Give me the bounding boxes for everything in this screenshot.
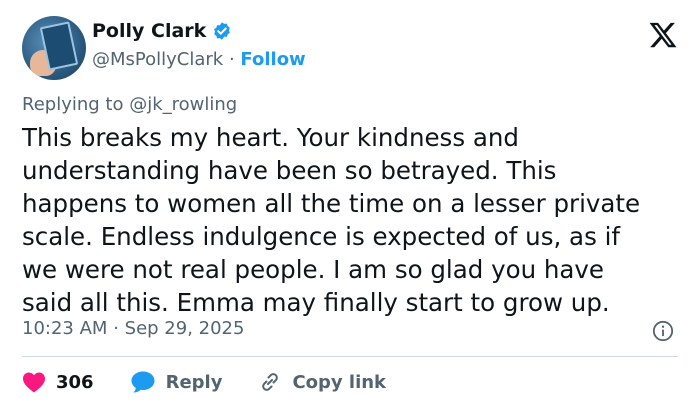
divider xyxy=(22,356,678,357)
like-button[interactable]: 306 xyxy=(22,371,94,393)
copy-link-button[interactable]: Copy link xyxy=(258,370,386,394)
tweet-body-line: we were not real people. I am so glad yo… xyxy=(22,255,605,284)
reply-bubble-icon xyxy=(131,371,155,393)
link-icon xyxy=(262,373,279,391)
replying-to: Replying to @jk_rowling xyxy=(22,94,237,115)
tweet-body-line: scale. Endless indulgence is expected of… xyxy=(22,222,621,251)
tweet-body-line: said all this. Emma may finally start to… xyxy=(22,288,610,317)
timestamp[interactable]: 10:23 AM · Sep 29, 2025 xyxy=(22,318,244,339)
x-logo-icon[interactable] xyxy=(648,20,678,50)
avatar[interactable] xyxy=(22,16,86,80)
tweet-body-line: understanding have been so betrayed. Thi… xyxy=(22,156,557,185)
replying-to-handle[interactable]: @jk_rowling xyxy=(129,94,237,115)
author-name[interactable]: Polly Clark xyxy=(92,20,206,42)
tweet-time: 10:23 AM xyxy=(22,318,108,339)
replying-to-label: Replying to xyxy=(22,94,124,115)
author-name-row: Polly Clark xyxy=(92,20,232,42)
separator-dot: · xyxy=(228,49,235,70)
separator-dot: · xyxy=(113,318,119,339)
reply-button[interactable]: Reply xyxy=(130,370,223,394)
tweet-body-line: This breaks my heart. Your kindness and xyxy=(22,123,519,152)
author-handle[interactable]: @MsPollyClark xyxy=(92,49,223,70)
info-icon[interactable] xyxy=(652,320,674,342)
verified-badge-icon xyxy=(214,22,231,40)
reply-label: Reply xyxy=(165,371,223,393)
handle-row: @MsPollyClark · Follow xyxy=(92,49,306,70)
tweet-body: This breaks my heart. Your kindness and … xyxy=(22,121,682,319)
heart-icon xyxy=(23,372,45,393)
tweet-body-line: happens to women all the time on a lesse… xyxy=(22,189,641,218)
tweet-date: Sep 29, 2025 xyxy=(124,318,245,339)
follow-button[interactable]: Follow xyxy=(240,49,305,70)
action-bar: 306 Reply Copy link xyxy=(22,370,422,394)
copy-link-label: Copy link xyxy=(292,371,387,393)
like-count: 306 xyxy=(56,371,94,393)
